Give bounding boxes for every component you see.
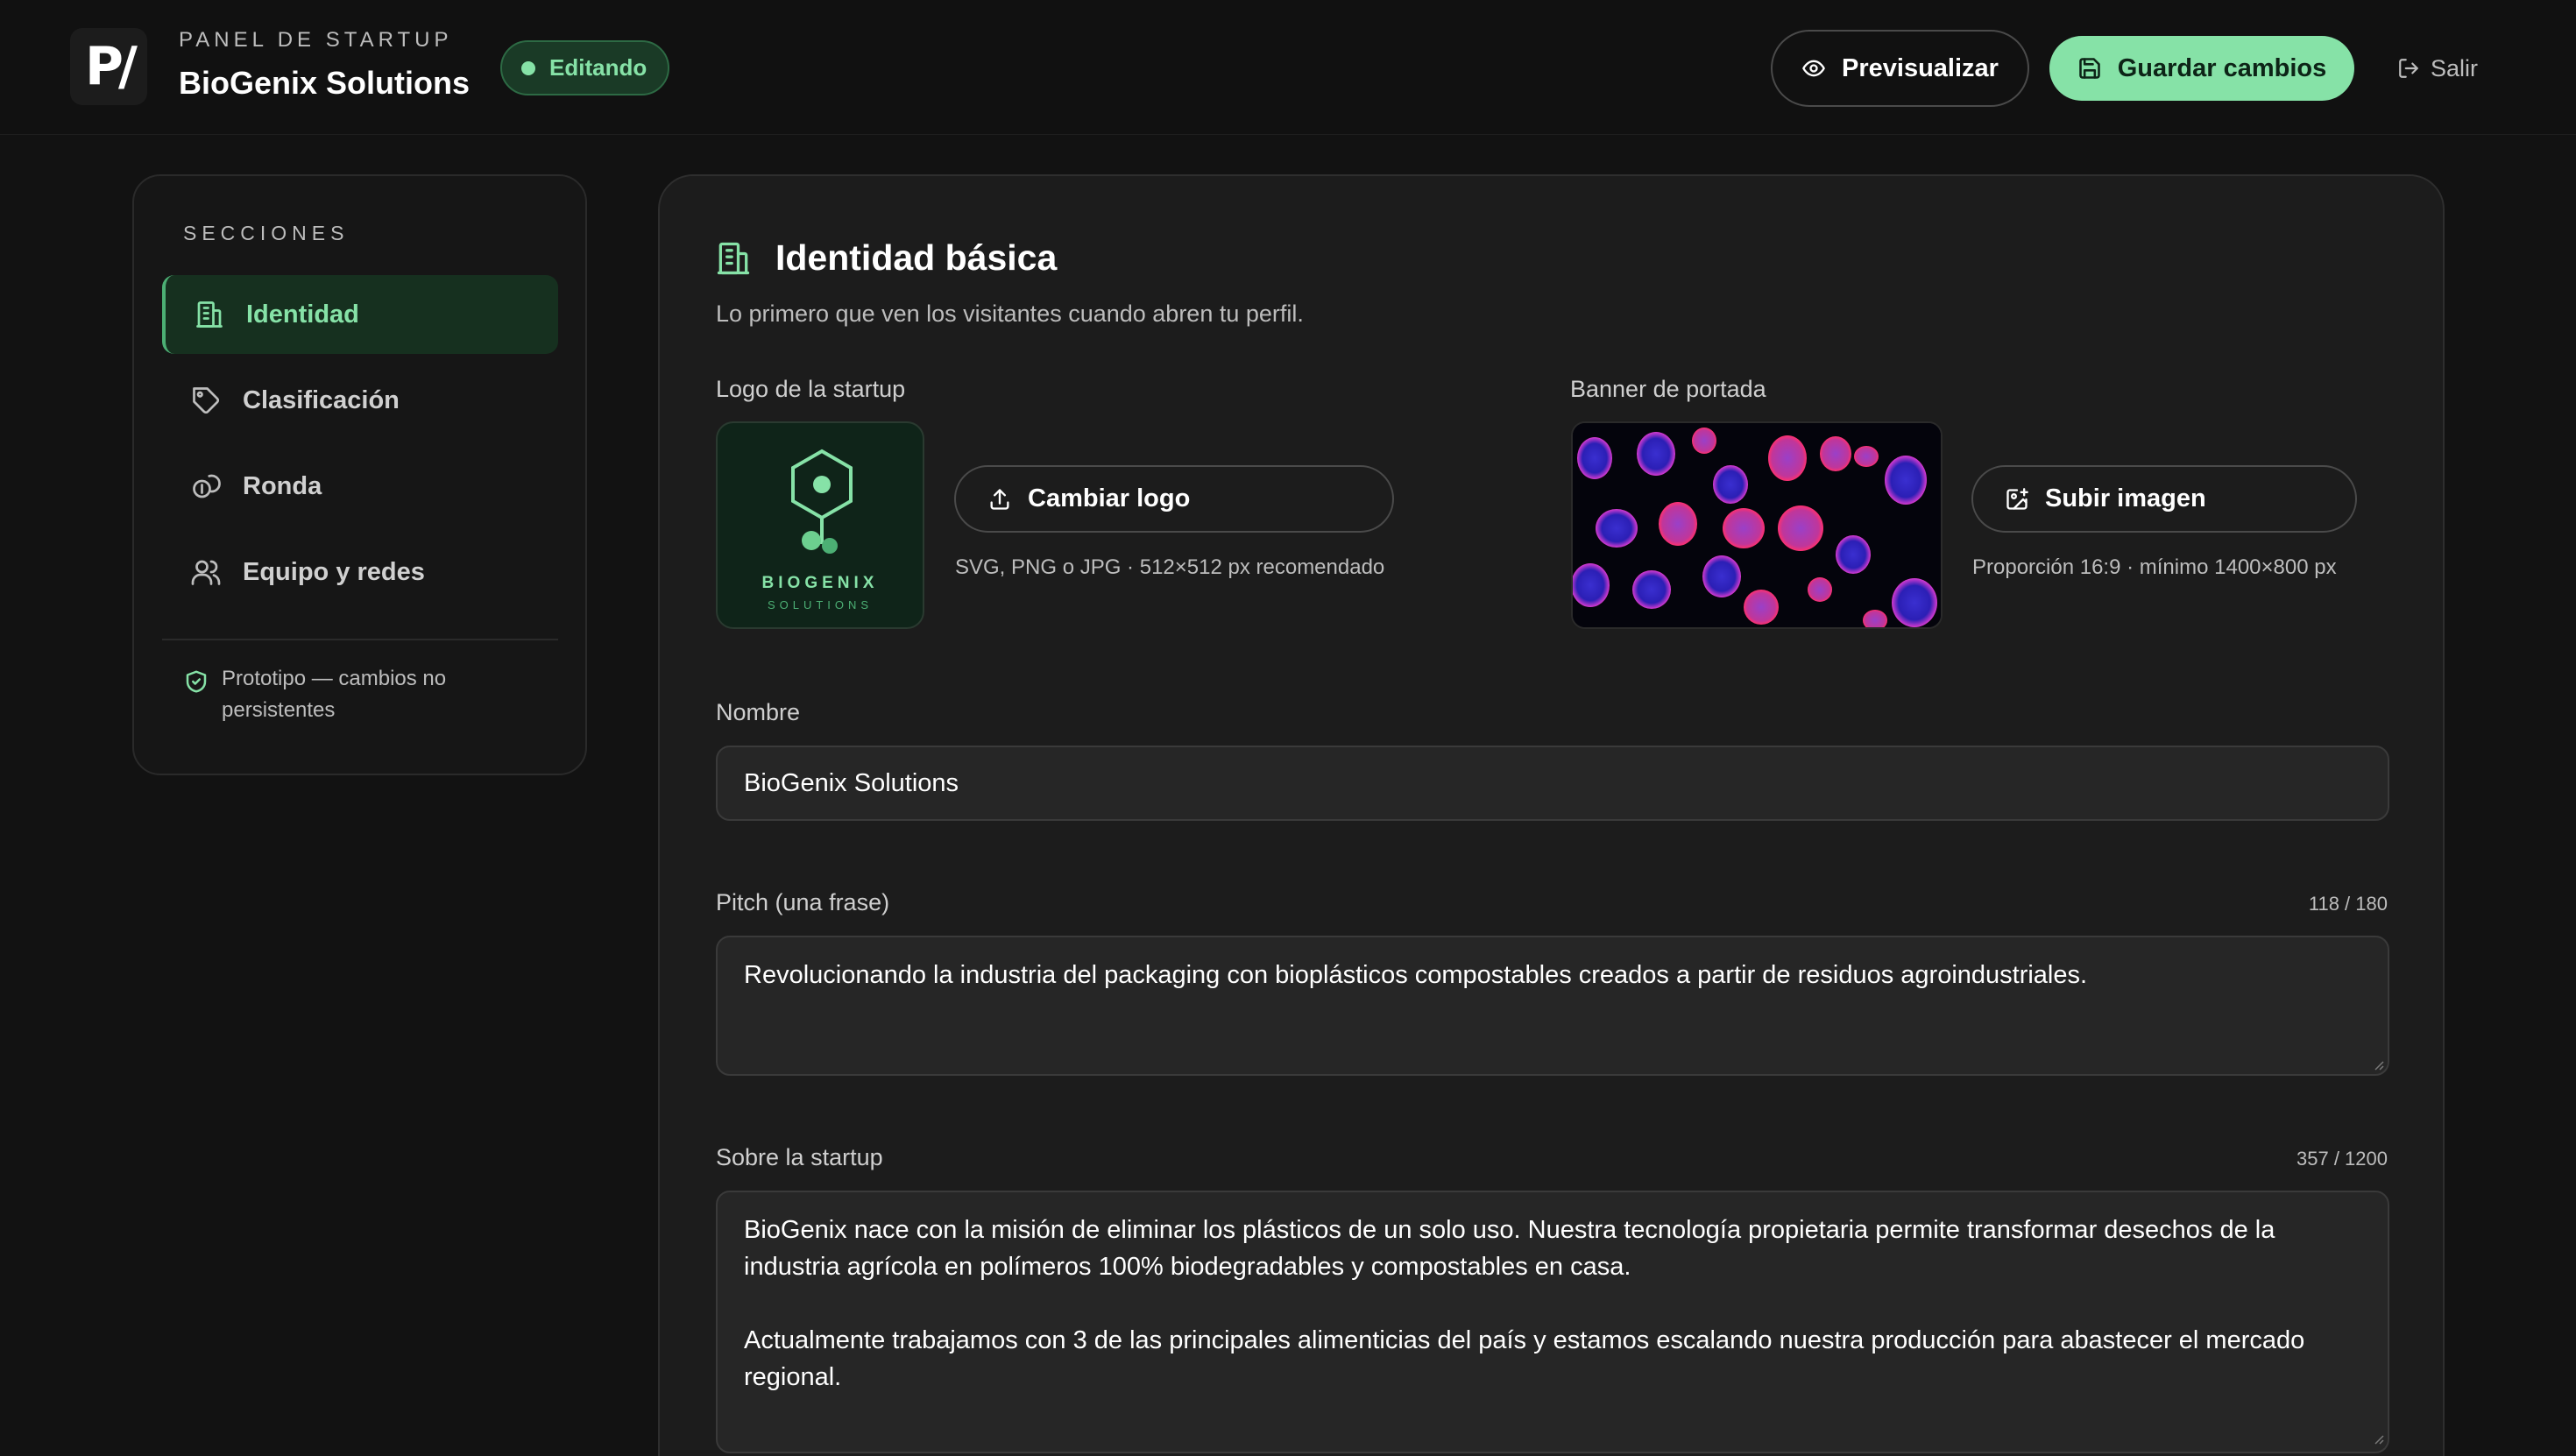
- name-label: Nombre: [716, 699, 801, 725]
- company-name: BioGenix Solutions: [179, 65, 471, 101]
- save-button-label: Guardar cambios: [2117, 53, 2327, 82]
- logo-wordmark: BIOGENIX: [761, 574, 879, 592]
- sidebar-item-label: Identidad: [246, 300, 359, 329]
- pitch-textarea-value: Revolucionando la industria del packagin…: [744, 961, 2088, 989]
- cells-image: [1573, 423, 1941, 627]
- pitch-label: Pitch (una frase): [716, 889, 890, 915]
- upload-image-button[interactable]: Subir imagen: [1971, 465, 2357, 533]
- sidebar-item-ronda[interactable]: Ronda: [162, 447, 558, 526]
- exit-button-label: Salir: [2431, 54, 2479, 81]
- sidebar-divider: [162, 639, 558, 640]
- building-icon: [196, 301, 223, 328]
- banner-label: Banner de portada: [1570, 376, 1766, 402]
- shield-check-icon: [186, 670, 207, 693]
- identity-panel: Identidad básica Lo primero que ven los …: [658, 174, 2445, 1456]
- cover-banner-preview: [1571, 421, 1943, 629]
- about-label: Sobre la startup: [716, 1144, 883, 1170]
- logo-wordmark-sub: SOLUTIONS: [767, 598, 874, 611]
- save-icon: [2078, 58, 2100, 79]
- upload-icon: [990, 488, 1009, 510]
- pitch-counter: 118 / 180: [2308, 893, 2388, 915]
- sections-sidebar: SECCIONES Identidad Clasificación Ronda …: [132, 174, 587, 775]
- sidebar-item-identidad[interactable]: Identidad: [162, 275, 558, 354]
- sidebar-item-label: Equipo y redes: [243, 557, 425, 586]
- status-badge-label: Editando: [549, 54, 648, 81]
- logout-icon: [2399, 59, 2418, 78]
- image-plus-icon: [2006, 487, 2028, 510]
- sidebar-item-label: Ronda: [243, 471, 322, 500]
- tag-icon: [193, 387, 220, 414]
- resize-handle-icon[interactable]: [2372, 1058, 2384, 1071]
- pitch-textarea[interactable]: Revolucionando la industria del packagin…: [716, 936, 2389, 1076]
- users-icon: [191, 560, 221, 585]
- brand-logo-text: P/: [85, 36, 138, 97]
- save-button[interactable]: Guardar cambios: [2049, 36, 2354, 101]
- eye-icon: [1802, 60, 1825, 77]
- startup-logo-preview: BIOGENIX SOLUTIONS: [716, 421, 924, 629]
- sidebar-title: SECCIONES: [183, 222, 350, 244]
- sidebar-item-label: Clasificación: [243, 385, 400, 414]
- about-textarea-value: BioGenix nace con la misión de eliminar …: [744, 1216, 2305, 1391]
- prototype-note-text: Prototipo — cambios no persistentes: [222, 667, 447, 722]
- sidebar-item-clasificacion[interactable]: Clasificación: [162, 361, 558, 440]
- prototype-note: Prototipo — cambios no persistentes: [183, 663, 534, 726]
- name-input-value: BioGenix Solutions: [744, 769, 959, 797]
- section-title: Identidad básica: [775, 237, 1058, 278]
- logo-hint: SVG, PNG o JPG · 512×512 px recomendado: [955, 555, 1385, 579]
- change-logo-label: Cambiar logo: [1028, 484, 1191, 512]
- resize-handle-icon[interactable]: [2372, 1432, 2384, 1445]
- logo-graphic: [791, 449, 853, 554]
- banner-hint: Proporción 16:9 · mínimo 1400×800 px: [1972, 555, 2337, 579]
- upload-image-label: Subir imagen: [2045, 484, 2206, 512]
- about-textarea[interactable]: BioGenix nace con la misión de eliminar …: [716, 1191, 2389, 1453]
- status-badge: Editando: [500, 40, 670, 95]
- building-icon: [717, 242, 750, 274]
- section-header: Identidad básica: [714, 237, 1057, 279]
- preview-button-label: Previsualizar: [1842, 53, 1999, 82]
- name-input[interactable]: BioGenix Solutions: [716, 746, 2389, 821]
- top-bar: P/ PANEL DE STARTUP BioGenix Solutions E…: [0, 0, 2576, 135]
- coins-icon: [193, 474, 221, 498]
- section-subtitle: Lo primero que ven los visitantes cuando…: [716, 300, 1304, 327]
- panel-eyebrow: PANEL DE STARTUP: [179, 28, 453, 52]
- status-dot-icon: [521, 60, 535, 75]
- brand-logo[interactable]: P/: [70, 28, 147, 105]
- preview-button[interactable]: Previsualizar: [1771, 30, 2029, 107]
- sidebar-item-equipo[interactable]: Equipo y redes: [162, 533, 558, 611]
- logo-label: Logo de la startup: [716, 376, 906, 402]
- about-counter: 357 / 1200: [2296, 1148, 2388, 1170]
- exit-button[interactable]: Salir: [2397, 44, 2478, 93]
- change-logo-button[interactable]: Cambiar logo: [954, 465, 1394, 533]
